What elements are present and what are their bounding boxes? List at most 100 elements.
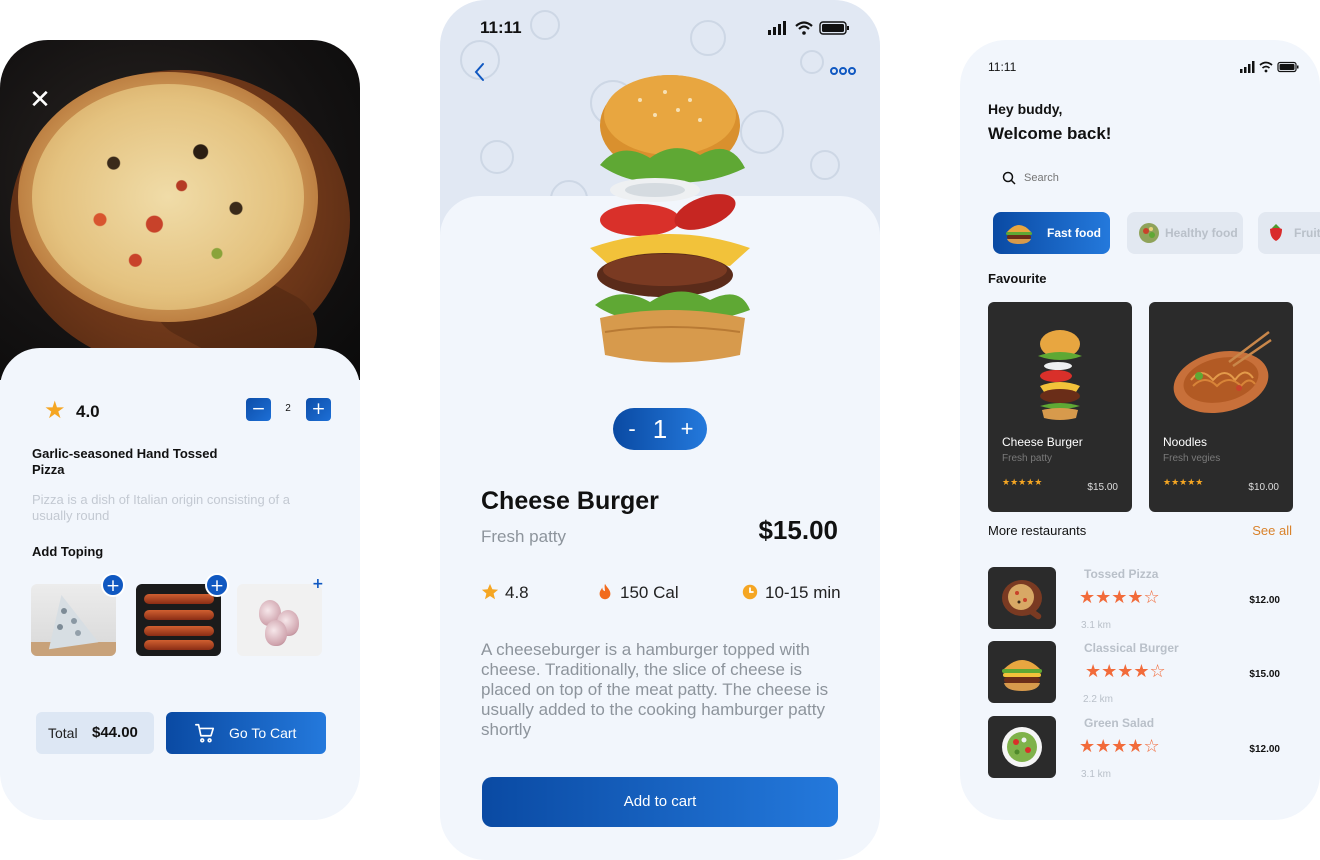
increase-quantity-button[interactable]: +: [677, 416, 697, 442]
cart-icon: [195, 723, 215, 743]
add-to-cart-button[interactable]: Add to cart: [482, 777, 838, 827]
go-to-cart-button[interactable]: Go To Cart: [166, 712, 326, 754]
restaurant-row[interactable]: Tossed Pizza ★★★★☆ $12.00 3.1 km: [988, 567, 1292, 631]
pizza-info-sheet: ★ 4.0 − 2 + Garlic-seasoned Hand Tossed …: [0, 348, 360, 820]
status-time: 11:11: [480, 18, 522, 37]
restaurant-name: Classical Burger: [1084, 641, 1179, 655]
quantity-stepper[interactable]: - 1 +: [613, 408, 707, 450]
decrease-quantity-button[interactable]: −: [246, 398, 271, 421]
status-time: 11:11: [988, 60, 1017, 74]
garlic-image: [265, 620, 287, 646]
clock-icon: [742, 584, 758, 600]
go-to-cart-label: Go To Cart: [229, 725, 297, 741]
greeting-text: Hey buddy,: [988, 101, 1063, 117]
restaurant-row[interactable]: Classical Burger ★★★★☆ $15.00 2.2 km: [988, 641, 1292, 705]
status-icons: [768, 21, 849, 35]
restaurant-price: $12.00: [1249, 744, 1280, 755]
topping-card-sausage[interactable]: [136, 584, 221, 656]
burger-image: [1002, 660, 1042, 691]
pizza-quantity: 2: [285, 403, 291, 414]
favourite-card-noodles[interactable]: Noodles Fresh vegies ★★★★★ $10.00: [1149, 302, 1293, 512]
home-screen: 11:11 Hey buddy, Welcome back! Fast food…: [960, 40, 1320, 820]
salad-image: [1002, 727, 1042, 767]
rating-stat: 4.8: [481, 583, 529, 603]
welcome-text: Welcome back!: [988, 124, 1112, 143]
total-label: Total: [48, 725, 78, 741]
restaurant-name: Tossed Pizza: [1084, 567, 1159, 581]
topping-card-garlic[interactable]: [237, 584, 322, 656]
burger-subtitle: Fresh patty: [481, 527, 567, 546]
pizza-image: [1002, 580, 1042, 620]
burger-rating: 4.8: [505, 583, 529, 602]
category-label: Healthy food: [1165, 226, 1238, 240]
blue-cheese-image: [41, 590, 99, 650]
favourite-heading: Favourite: [988, 271, 1047, 286]
decrease-quantity-button[interactable]: -: [623, 416, 641, 442]
back-arrow-icon[interactable]: [468, 60, 492, 84]
restaurant-stars: ★★★★☆: [1085, 661, 1166, 682]
add-topping-cheese-button[interactable]: +: [101, 573, 125, 597]
sausage-image: [144, 626, 214, 636]
pizza-image: [18, 72, 318, 322]
burger-description: A cheeseburger is a hamburger topped wit…: [481, 640, 829, 739]
restaurant-row[interactable]: Green Salad ★★★★☆ $12.00 3.1 km: [988, 716, 1292, 780]
burger-quantity: 1: [652, 414, 668, 444]
pizza-hero-image: [0, 40, 360, 395]
burger-image: [590, 75, 750, 363]
favourite-price: $10.00: [1248, 482, 1279, 493]
total-value: $44.00: [92, 724, 138, 741]
cheese-veins: [61, 608, 67, 614]
flame-icon: [599, 583, 611, 600]
pizza-description: Pizza is a dish of Italian origin consis…: [32, 492, 290, 523]
favourite-name: Noodles: [1163, 435, 1208, 449]
restaurant-price: $15.00: [1249, 669, 1280, 680]
burger-detail-screen: 11:11 - 1 + Cheese Burger Fresh patty $1…: [440, 0, 880, 860]
category-fruit[interactable]: Fruit: [1258, 212, 1320, 254]
pizza-title: Garlic-seasoned Hand Tossed Pizza: [32, 446, 218, 477]
restaurant-thumbnail: [988, 716, 1056, 778]
noodles-image: [1173, 331, 1272, 413]
category-healthy-food[interactable]: Healthy food: [1127, 212, 1243, 254]
restaurant-distance: 3.1 km: [1081, 769, 1112, 780]
more-restaurants-heading: More restaurants: [988, 523, 1087, 538]
category-fast-food[interactable]: Fast food: [993, 212, 1110, 254]
burger-time: 10-15 min: [765, 583, 841, 602]
search-icon: [1002, 171, 1016, 185]
total-box: Total $44.00: [36, 712, 154, 754]
favourite-stars: ★★★★★: [1163, 478, 1204, 488]
calories-stat: 150 Cal: [596, 583, 679, 603]
restaurant-stars: ★★★★☆: [1079, 736, 1160, 757]
pizza-detail-screen: ✕ ★ 4.0 − 2 + Garlic-seasoned Hand Tosse…: [0, 40, 360, 820]
burger-calories: 150 Cal: [620, 583, 679, 602]
favourite-subtitle: Fresh patty: [1002, 453, 1053, 464]
restaurant-distance: 2.2 km: [1083, 694, 1114, 705]
burger-price: $15.00: [758, 515, 838, 545]
restaurant-name: Green Salad: [1084, 716, 1155, 730]
close-icon[interactable]: ✕: [28, 87, 52, 113]
restaurant-thumbnail: [988, 567, 1056, 629]
favourite-stars: ★★★★★: [1002, 478, 1043, 488]
see-all-link[interactable]: See all: [1252, 523, 1292, 538]
increase-quantity-button[interactable]: +: [306, 398, 331, 421]
pizza-rating: 4.0: [76, 402, 100, 421]
search-input[interactable]: [1024, 172, 1224, 184]
topping-card-cheese[interactable]: [31, 584, 116, 656]
sausage-image: [144, 610, 214, 620]
add-topping-sausage-button[interactable]: +: [205, 573, 229, 597]
burger-image: [1038, 330, 1082, 420]
time-stat: 10-15 min: [741, 583, 841, 603]
category-label: Fast food: [1047, 226, 1101, 240]
favourite-name: Cheese Burger: [1002, 435, 1083, 449]
favourite-card-cheese-burger[interactable]: Cheese Burger Fresh patty ★★★★★ $15.00: [988, 302, 1132, 512]
strawberry-icon: [1270, 224, 1282, 241]
salad-icon: [1139, 223, 1159, 243]
restaurant-stars: ★★★★☆: [1079, 587, 1160, 608]
add-topping-heading: Add Toping: [32, 544, 104, 559]
restaurant-thumbnail: [988, 641, 1056, 703]
more-options-icon[interactable]: [830, 66, 856, 76]
favourite-price: $15.00: [1087, 482, 1118, 493]
sausage-image: [144, 594, 214, 604]
add-topping-garlic-button[interactable]: +: [312, 576, 324, 592]
restaurant-distance: 3.1 km: [1081, 620, 1112, 631]
burger-icon: [1006, 225, 1032, 244]
